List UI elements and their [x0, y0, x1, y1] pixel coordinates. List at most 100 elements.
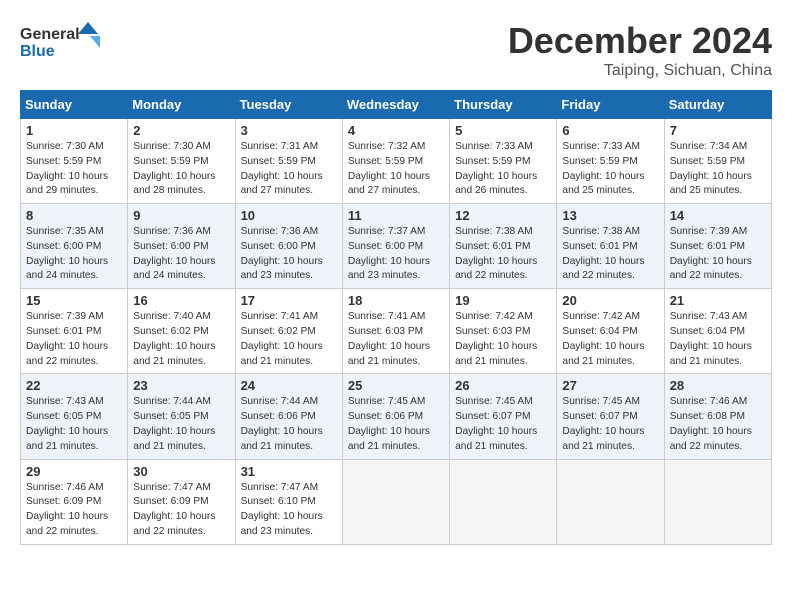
table-row [450, 459, 557, 544]
day-number: 5 [455, 123, 551, 138]
table-row [557, 459, 664, 544]
day-info: Sunrise: 7:36 AMSunset: 6:00 PMDaylight:… [133, 225, 229, 284]
table-row: 27 Sunrise: 7:45 AMSunset: 6:07 PMDayligh… [557, 374, 664, 459]
table-row: 21 Sunrise: 7:43 AMSunset: 6:04 PMDayligh… [664, 289, 771, 374]
header-thursday: Thursday [450, 91, 557, 119]
day-number: 4 [348, 123, 444, 138]
table-row: 14 Sunrise: 7:39 AMSunset: 6:01 PMDayligh… [664, 204, 771, 289]
table-row: 29 Sunrise: 7:46 AMSunset: 6:09 PMDayligh… [21, 459, 128, 544]
day-info: Sunrise: 7:39 AMSunset: 6:01 PMDaylight:… [26, 310, 122, 369]
day-info: Sunrise: 7:42 AMSunset: 6:03 PMDaylight:… [455, 310, 551, 369]
table-row: 15 Sunrise: 7:39 AMSunset: 6:01 PMDayligh… [21, 289, 128, 374]
table-row [342, 459, 449, 544]
day-number: 23 [133, 378, 229, 393]
table-row: 1 Sunrise: 7:30 AMSunset: 5:59 PMDaylight… [21, 119, 128, 204]
table-row [664, 459, 771, 544]
table-row: 31 Sunrise: 7:47 AMSunset: 6:10 PMDayligh… [235, 459, 342, 544]
day-number: 18 [348, 293, 444, 308]
day-number: 16 [133, 293, 229, 308]
day-number: 21 [670, 293, 766, 308]
header-sunday: Sunday [21, 91, 128, 119]
day-number: 29 [26, 464, 122, 479]
table-row: 17 Sunrise: 7:41 AMSunset: 6:02 PMDayligh… [235, 289, 342, 374]
day-info: Sunrise: 7:41 AMSunset: 6:02 PMDaylight:… [241, 310, 337, 369]
header-friday: Friday [557, 91, 664, 119]
calendar-week-row: 29 Sunrise: 7:46 AMSunset: 6:09 PMDayligh… [21, 459, 772, 544]
day-info: Sunrise: 7:30 AMSunset: 5:59 PMDaylight:… [26, 140, 122, 199]
day-number: 26 [455, 378, 551, 393]
day-info: Sunrise: 7:45 AMSunset: 6:06 PMDaylight:… [348, 395, 444, 454]
header-monday: Monday [128, 91, 235, 119]
table-row: 5 Sunrise: 7:33 AMSunset: 5:59 PMDaylight… [450, 119, 557, 204]
table-row: 9 Sunrise: 7:36 AMSunset: 6:00 PMDaylight… [128, 204, 235, 289]
day-number: 19 [455, 293, 551, 308]
table-row: 2Sunrise: 7:30 AMSunset: 5:59 PMDaylight… [128, 119, 235, 204]
day-info: Sunrise: 7:45 AMSunset: 6:07 PMDaylight:… [455, 395, 551, 454]
table-row: 13Sunrise: 7:38 AMSunset: 6:01 PMDayligh… [557, 204, 664, 289]
day-number: 22 [26, 378, 122, 393]
day-number: 8 [26, 208, 122, 223]
day-number: 24 [241, 378, 337, 393]
table-row: 10Sunrise: 7:36 AMSunset: 6:00 PMDayligh… [235, 204, 342, 289]
day-number: 17 [241, 293, 337, 308]
table-row: 12Sunrise: 7:38 AMSunset: 6:01 PMDayligh… [450, 204, 557, 289]
day-info: Sunrise: 7:39 AMSunset: 6:01 PMDaylight:… [670, 225, 766, 284]
header-saturday: Saturday [664, 91, 771, 119]
day-info: Sunrise: 7:33 AMSunset: 5:59 PMDaylight:… [562, 140, 658, 199]
day-number: 14 [670, 208, 766, 223]
day-info: Sunrise: 7:32 AMSunset: 5:59 PMDaylight:… [348, 140, 444, 199]
day-number: 11 [348, 208, 444, 223]
location: Taiping, Sichuan, China [508, 62, 772, 80]
table-row: 4 Sunrise: 7:32 AMSunset: 5:59 PMDaylight… [342, 119, 449, 204]
table-row: 7 Sunrise: 7:34 AMSunset: 5:59 PMDaylight… [664, 119, 771, 204]
calendar-table: Sunday Monday Tuesday Wednesday Thursday… [20, 90, 772, 545]
table-row: 3Sunrise: 7:31 AMSunset: 5:59 PMDaylight… [235, 119, 342, 204]
day-number: 1 [26, 123, 122, 138]
day-number: 9 [133, 208, 229, 223]
table-row: 23Sunrise: 7:44 AMSunset: 6:05 PMDayligh… [128, 374, 235, 459]
day-info: Sunrise: 7:45 AMSunset: 6:07 PMDaylight:… [562, 395, 658, 454]
day-info: Sunrise: 7:43 AMSunset: 6:05 PMDaylight:… [26, 395, 122, 454]
day-info: Sunrise: 7:43 AMSunset: 6:04 PMDaylight:… [670, 310, 766, 369]
day-number: 31 [241, 464, 337, 479]
day-info: Sunrise: 7:46 AMSunset: 6:09 PMDaylight:… [26, 481, 122, 540]
day-info: Sunrise: 7:44 AMSunset: 6:06 PMDaylight:… [241, 395, 337, 454]
day-number: 30 [133, 464, 229, 479]
day-info: Sunrise: 7:34 AMSunset: 5:59 PMDaylight:… [670, 140, 766, 199]
day-info: Sunrise: 7:35 AMSunset: 6:00 PMDaylight:… [26, 225, 122, 284]
logo: General Blue [20, 20, 100, 65]
day-number: 13 [562, 208, 658, 223]
svg-text:Blue: Blue [20, 43, 55, 60]
page-header: General Blue December 2024 Taiping, Sich… [20, 20, 772, 80]
calendar-week-row: 8 Sunrise: 7:35 AMSunset: 6:00 PMDaylight… [21, 204, 772, 289]
calendar-week-row: 22 Sunrise: 7:43 AMSunset: 6:05 PMDayligh… [21, 374, 772, 459]
day-number: 28 [670, 378, 766, 393]
day-number: 20 [562, 293, 658, 308]
day-info: Sunrise: 7:31 AMSunset: 5:59 PMDaylight:… [241, 140, 337, 199]
day-number: 6 [562, 123, 658, 138]
table-row: 28Sunrise: 7:46 AMSunset: 6:08 PMDayligh… [664, 374, 771, 459]
month-title: December 2024 [508, 20, 772, 62]
day-number: 2 [133, 123, 229, 138]
table-row: 25 Sunrise: 7:45 AMSunset: 6:06 PMDayligh… [342, 374, 449, 459]
table-row: 30Sunrise: 7:47 AMSunset: 6:09 PMDayligh… [128, 459, 235, 544]
table-row: 19 Sunrise: 7:42 AMSunset: 6:03 PMDayligh… [450, 289, 557, 374]
day-info: Sunrise: 7:40 AMSunset: 6:02 PMDaylight:… [133, 310, 229, 369]
table-row: 20 Sunrise: 7:42 AMSunset: 6:04 PMDayligh… [557, 289, 664, 374]
day-info: Sunrise: 7:47 AMSunset: 6:10 PMDaylight:… [241, 481, 337, 540]
day-number: 7 [670, 123, 766, 138]
day-number: 27 [562, 378, 658, 393]
calendar-week-row: 1 Sunrise: 7:30 AMSunset: 5:59 PMDaylight… [21, 119, 772, 204]
day-number: 15 [26, 293, 122, 308]
table-row: 16 Sunrise: 7:40 AMSunset: 6:02 PMDayligh… [128, 289, 235, 374]
day-info: Sunrise: 7:33 AMSunset: 5:59 PMDaylight:… [455, 140, 551, 199]
svg-text:General: General [20, 26, 80, 43]
table-row: 22 Sunrise: 7:43 AMSunset: 6:05 PMDayligh… [21, 374, 128, 459]
header-wednesday: Wednesday [342, 91, 449, 119]
day-info: Sunrise: 7:42 AMSunset: 6:04 PMDaylight:… [562, 310, 658, 369]
title-block: December 2024 Taiping, Sichuan, China [508, 20, 772, 80]
day-info: Sunrise: 7:36 AMSunset: 6:00 PMDaylight:… [241, 225, 337, 284]
day-number: 25 [348, 378, 444, 393]
day-info: Sunrise: 7:37 AMSunset: 6:00 PMDaylight:… [348, 225, 444, 284]
day-info: Sunrise: 7:38 AMSunset: 6:01 PMDaylight:… [455, 225, 551, 284]
